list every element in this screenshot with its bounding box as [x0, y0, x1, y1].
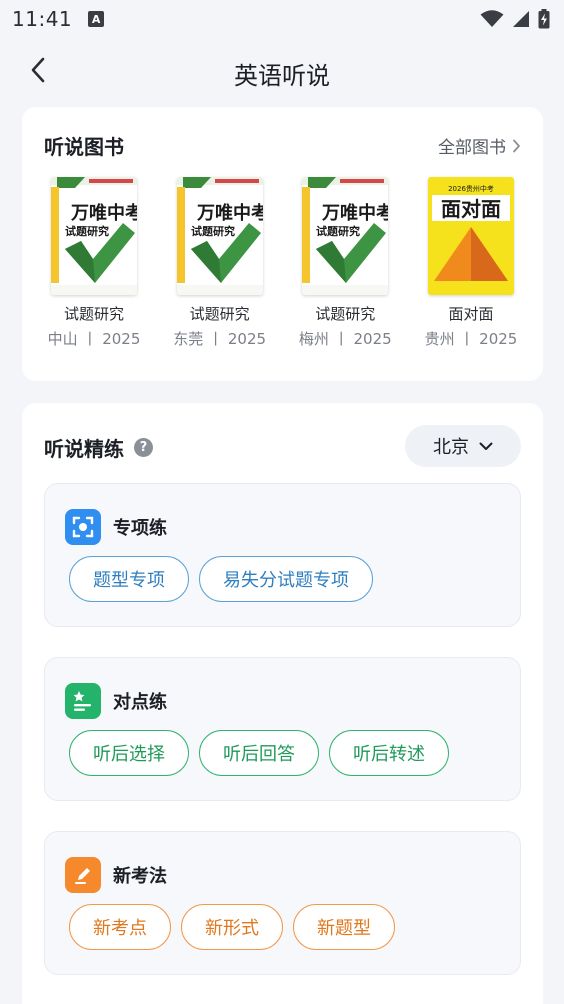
module-title: 对点练	[113, 692, 167, 713]
module-new-exam: 新考法 新考点 新形式 新题型	[44, 831, 521, 975]
book-cover: 万唯中考 试题研究	[51, 177, 137, 295]
chevron-left-icon	[31, 57, 45, 83]
signal-icon	[513, 11, 529, 27]
cover-title: 万唯中考	[70, 202, 137, 224]
all-books-link[interactable]: 全部图书	[438, 133, 521, 158]
chip-new-format[interactable]: 新形式	[181, 904, 283, 950]
book-item[interactable]: 2026贵州中考 面对面 面对面 贵州 丨 2025	[411, 177, 531, 349]
book-name: 试题研究	[315, 305, 376, 323]
chip-listen-choose[interactable]: 听后选择	[69, 730, 189, 776]
book-meta: 贵州 丨 2025	[424, 330, 518, 348]
chip-group: 听后选择 听后回答 听后转述	[69, 730, 449, 776]
book-name: 面对面	[448, 305, 494, 323]
city-label: 北京	[433, 437, 469, 458]
back-button[interactable]	[22, 54, 54, 86]
book-meta: 东莞 丨 2025	[173, 330, 267, 348]
chevron-down-icon	[479, 442, 493, 450]
module-title: 新考法	[113, 866, 167, 887]
all-books-label: 全部图书	[438, 138, 506, 158]
cover-title: 万唯中考	[196, 202, 263, 224]
chip-listen-retell[interactable]: 听后转述	[329, 730, 449, 776]
module-special-practice: 专项练 题型专项 易失分试题专项	[44, 483, 521, 627]
book-name: 试题研究	[189, 305, 250, 323]
book-cover: 万唯中考 试题研究	[302, 177, 389, 295]
city-selector[interactable]: 北京	[405, 425, 521, 467]
cover-subtitle: 2026贵州中考	[448, 184, 494, 193]
book-name: 试题研究	[63, 305, 124, 323]
pencil-edit-icon	[65, 857, 101, 893]
books-section-title: 听说图书	[44, 135, 124, 159]
module-title: 专项练	[113, 518, 167, 539]
books-header: 听说图书 全部图书	[44, 131, 521, 160]
book-meta: 梅州 丨 2025	[298, 330, 392, 348]
module-header: 对点练	[65, 683, 167, 719]
books-list: 万唯中考 试题研究 试题研究 中山 丨 2025 万唯中考 试题研究 试题研究 …	[34, 177, 531, 349]
book-cover: 万唯中考 试题研究	[176, 177, 263, 295]
status-bar: 11:41 A	[0, 0, 564, 38]
book-cover: 2026贵州中考 面对面	[427, 177, 514, 295]
chip-new-points[interactable]: 新考点	[69, 904, 171, 950]
chip-group: 新考点 新形式 新题型	[69, 904, 395, 950]
cover-subtitle: 试题研究	[191, 224, 235, 238]
cover-title: 面对面	[441, 197, 501, 221]
book-meta: 中山 丨 2025	[47, 330, 141, 348]
cover-subtitle: 试题研究	[65, 224, 109, 238]
status-icons	[480, 9, 550, 29]
book-item[interactable]: 万唯中考 试题研究 试题研究 中山 丨 2025	[34, 177, 154, 349]
status-time: 11:41	[12, 7, 73, 31]
nav-bar: 英语听说	[0, 46, 564, 100]
wifi-icon	[480, 10, 504, 27]
cover-title: 万唯中考	[321, 202, 388, 224]
book-item[interactable]: 万唯中考 试题研究 试题研究 梅州 丨 2025	[285, 177, 405, 349]
page-title: 英语听说	[234, 61, 330, 90]
chip-new-type[interactable]: 新题型	[293, 904, 395, 950]
star-list-icon	[65, 683, 101, 719]
a-badge-icon: A	[88, 11, 105, 27]
chip-question-type[interactable]: 题型专项	[69, 556, 189, 602]
chip-group: 题型专项 易失分试题专项	[69, 556, 373, 602]
practice-card: 听说精练 ? 北京 专项练 题型专项 易失分试题专项 对点练 听后选择 听后回答	[22, 403, 543, 1004]
battery-charging-icon	[538, 9, 550, 29]
practice-section-title: 听说精练	[44, 437, 124, 461]
books-card: 听说图书 全部图书 万唯中考 试题研究 试题研究 中山 丨 2025 万唯中考 …	[22, 107, 543, 381]
module-header: 新考法	[65, 857, 167, 893]
module-header: 专项练	[65, 509, 167, 545]
scan-focus-icon	[65, 509, 101, 545]
chip-listen-answer[interactable]: 听后回答	[199, 730, 319, 776]
help-icon[interactable]: ?	[134, 438, 153, 457]
cover-subtitle: 试题研究	[316, 224, 360, 238]
chip-error-prone[interactable]: 易失分试题专项	[199, 556, 373, 602]
module-targeted-practice: 对点练 听后选择 听后回答 听后转述	[44, 657, 521, 801]
book-item[interactable]: 万唯中考 试题研究 试题研究 东莞 丨 2025	[160, 177, 280, 349]
chevron-right-icon	[513, 139, 520, 152]
